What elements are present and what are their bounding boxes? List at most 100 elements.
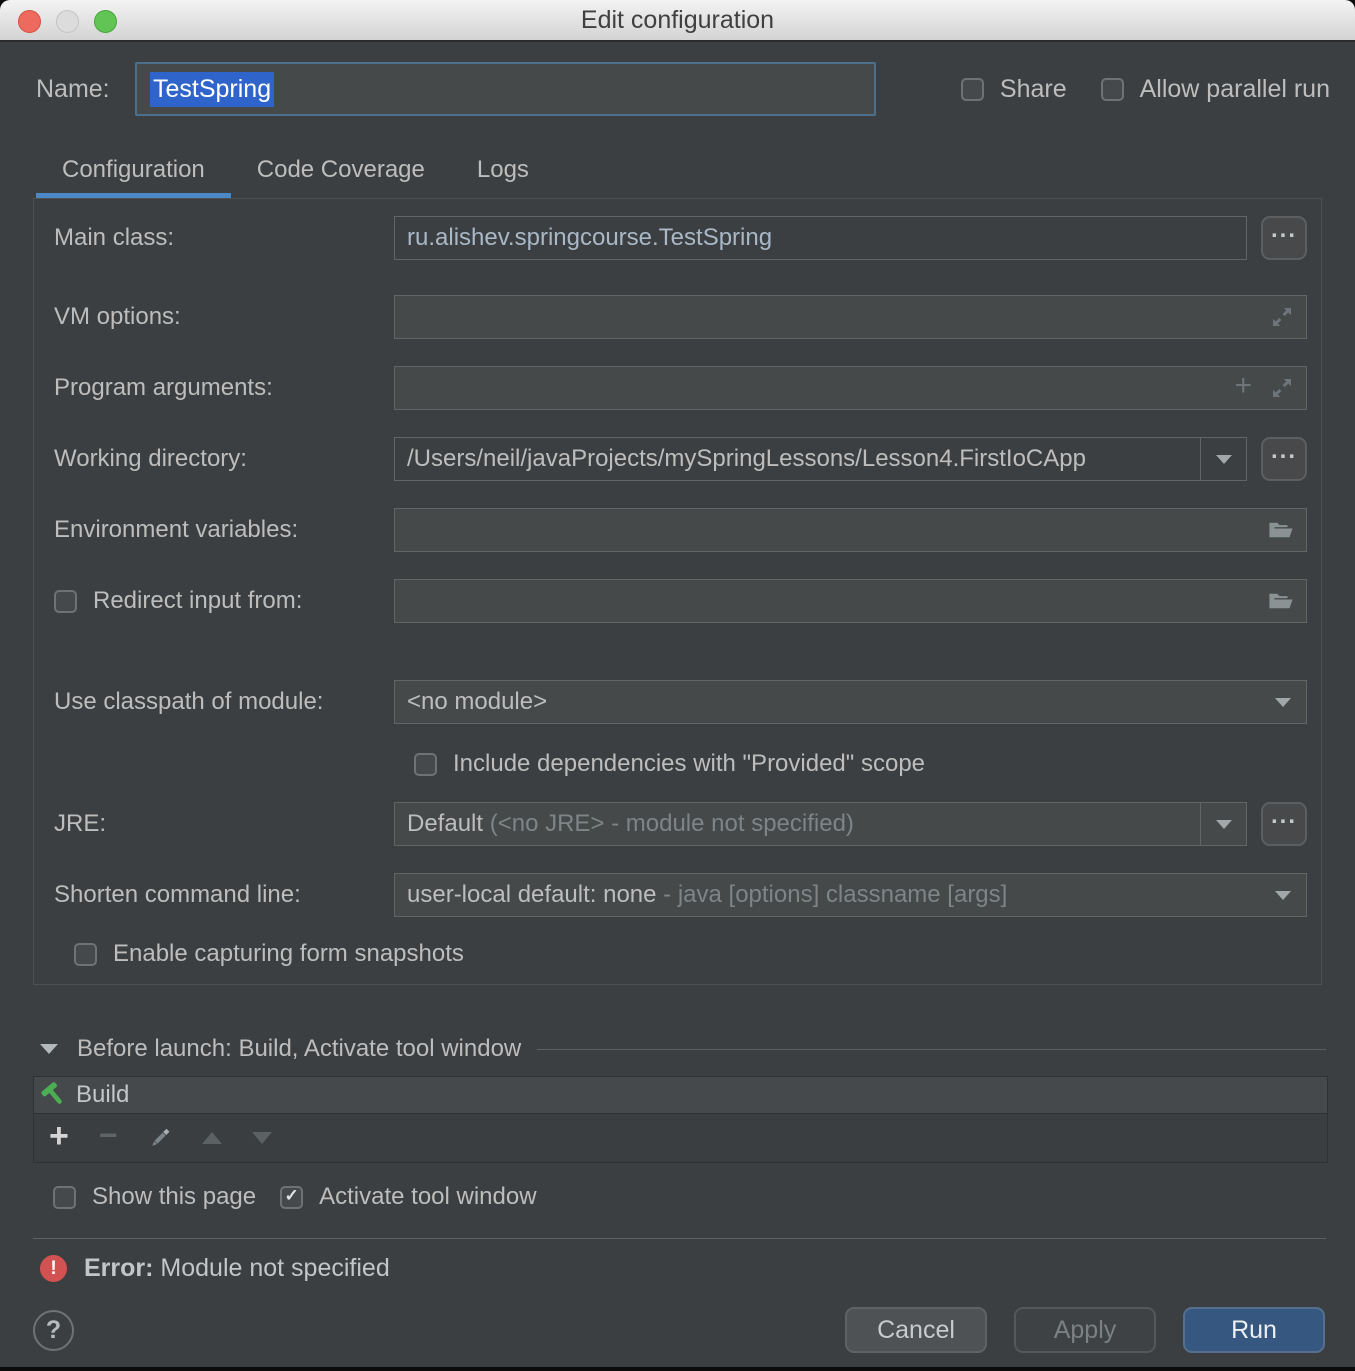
redirect-input-checkbox-row[interactable]: Redirect input from: [54, 587, 394, 615]
shorten-command-line-value: user-local default: none - java [options… [407, 881, 1007, 909]
close-button[interactable] [18, 10, 41, 33]
main-class-label: Main class: [54, 224, 394, 252]
apply-button[interactable]: Apply [1014, 1307, 1156, 1353]
window-title: Edit configuration [581, 6, 774, 35]
working-directory-label: Working directory: [54, 445, 394, 473]
configuration-panel: Main class: ru.alishev.springcourse.Test… [33, 198, 1322, 985]
folder-icon[interactable] [1268, 589, 1294, 613]
hammer-icon [41, 1082, 67, 1108]
jre-row: JRE: Default (<no JRE> - module not spec… [54, 802, 1307, 846]
tab-configuration[interactable]: Configuration [36, 142, 231, 198]
classpath-module-combo[interactable]: <no module> [394, 680, 1307, 724]
program-arguments-field[interactable]: + [394, 366, 1307, 410]
working-directory-row: Working directory: /Users/neil/javaProje… [54, 437, 1307, 481]
cancel-button[interactable]: Cancel [845, 1307, 987, 1353]
main-class-browse-button[interactable]: ... [1261, 216, 1307, 260]
check-icon: ✓ [284, 1186, 298, 1206]
expand-icon[interactable] [1270, 305, 1294, 329]
vm-options-field[interactable] [394, 295, 1307, 339]
form-snapshots-checkbox[interactable] [74, 943, 97, 966]
working-directory-browse-button[interactable]: ... [1261, 437, 1307, 481]
classpath-module-row: Use classpath of module: <no module> [54, 680, 1307, 724]
before-launch-list: Build + − [33, 1076, 1328, 1163]
minimize-button [56, 10, 79, 33]
chevron-down-icon [1275, 698, 1291, 707]
classpath-module-value: <no module> [407, 688, 547, 716]
collapse-triangle-icon[interactable] [40, 1044, 58, 1054]
provided-scope-row: Include dependencies with "Provided" sco… [414, 750, 1307, 778]
shorten-command-line-combo[interactable]: user-local default: none - java [options… [394, 873, 1307, 917]
titlebar: Edit configuration [0, 0, 1355, 42]
edit-pencil-icon[interactable] [148, 1126, 172, 1150]
provided-scope-label: Include dependencies with "Provided" sco… [453, 750, 925, 778]
activate-tool-window-checkbox[interactable]: ✓ [280, 1186, 303, 1209]
before-launch-divider [537, 1049, 1326, 1050]
traffic-lights [18, 0, 117, 42]
activate-tool-window-checkbox-row[interactable]: ✓ Activate tool window [280, 1183, 536, 1211]
chevron-down-icon [1216, 455, 1232, 464]
working-directory-value: /Users/neil/javaProjects/mySpringLessons… [407, 445, 1086, 473]
move-up-button[interactable] [202, 1132, 222, 1144]
vm-options-row: VM options: [54, 295, 1307, 339]
allow-parallel-checkbox-row[interactable]: Allow parallel run [1101, 75, 1330, 104]
before-launch-item-build[interactable]: Build [34, 1077, 1327, 1113]
help-button[interactable]: ? [33, 1310, 74, 1351]
program-arguments-row: Program arguments: + [54, 366, 1307, 410]
folder-icon[interactable] [1268, 518, 1294, 542]
move-down-button[interactable] [252, 1132, 272, 1144]
classpath-module-dropdown-button[interactable] [1260, 681, 1306, 723]
error-prefix: Error: [84, 1254, 153, 1282]
environment-variables-field[interactable] [394, 508, 1307, 552]
environment-variables-row: Environment variables: [54, 508, 1307, 552]
error-text: Error: Module not specified [84, 1254, 390, 1283]
form-snapshots-checkbox-row[interactable]: Enable capturing form snapshots [74, 940, 1307, 968]
share-checkbox[interactable] [961, 78, 984, 101]
error-status-row: ! Error: Module not specified [40, 1254, 1355, 1283]
show-this-page-label: Show this page [92, 1183, 256, 1211]
vm-options-label: VM options: [54, 303, 394, 331]
name-label: Name: [36, 75, 135, 104]
before-launch-header[interactable]: Before launch: Build, Activate tool wind… [40, 1035, 1326, 1063]
shorten-command-line-label: Shorten command line: [54, 881, 394, 909]
form-snapshots-label: Enable capturing form snapshots [113, 940, 464, 968]
redirect-input-row: Redirect input from: [54, 579, 1307, 623]
name-input[interactable]: TestSpring [135, 62, 876, 116]
redirect-input-label: Redirect input from: [93, 587, 302, 615]
program-arguments-label: Program arguments: [54, 374, 394, 402]
name-value-selected: TestSpring [150, 72, 274, 107]
zoom-button[interactable] [94, 10, 117, 33]
main-class-field[interactable]: ru.alishev.springcourse.TestSpring [394, 216, 1247, 260]
share-checkbox-row[interactable]: Share [961, 75, 1067, 104]
before-launch-toolbar: + − [34, 1113, 1327, 1162]
footer: ? Cancel Apply Run [33, 1307, 1325, 1353]
allow-parallel-label: Allow parallel run [1140, 75, 1330, 104]
tab-logs[interactable]: Logs [451, 142, 555, 198]
before-launch-item-label: Build [76, 1081, 129, 1109]
tab-bar: Configuration Code Coverage Logs [36, 142, 1355, 198]
jre-browse-button[interactable]: ... [1261, 802, 1307, 846]
working-directory-dropdown-button[interactable] [1200, 438, 1246, 480]
shorten-command-line-dropdown-button[interactable] [1260, 874, 1306, 916]
jre-dropdown-button[interactable] [1200, 803, 1246, 845]
expand-icon[interactable] [1270, 376, 1294, 400]
chevron-down-icon [1216, 820, 1232, 829]
show-this-page-checkbox-row[interactable]: Show this page [53, 1183, 256, 1211]
shorten-command-line-hint: - java [options] classname [args] [657, 881, 1008, 908]
run-button[interactable]: Run [1183, 1307, 1325, 1353]
tab-code-coverage[interactable]: Code Coverage [231, 142, 451, 198]
working-directory-combo[interactable]: /Users/neil/javaProjects/mySpringLessons… [394, 437, 1247, 481]
redirect-input-field[interactable] [394, 579, 1307, 623]
shorten-command-line-row: Shorten command line: user-local default… [54, 873, 1307, 917]
provided-scope-checkbox-row[interactable]: Include dependencies with "Provided" sco… [414, 750, 1307, 778]
jre-value-hint: (<no JRE> - module not specified) [490, 810, 854, 837]
before-launch-title: Before launch: Build, Activate tool wind… [77, 1035, 521, 1063]
error-icon: ! [40, 1255, 67, 1282]
share-label: Share [1000, 75, 1067, 104]
show-this-page-checkbox[interactable] [53, 1186, 76, 1209]
provided-scope-checkbox[interactable] [414, 753, 437, 776]
classpath-module-label: Use classpath of module: [54, 688, 394, 716]
jre-combo[interactable]: Default (<no JRE> - module not specified… [394, 802, 1247, 846]
allow-parallel-checkbox[interactable] [1101, 78, 1124, 101]
edit-configuration-dialog: Edit configuration Name: TestSpring Shar… [0, 0, 1355, 1367]
redirect-input-checkbox[interactable] [54, 590, 77, 613]
